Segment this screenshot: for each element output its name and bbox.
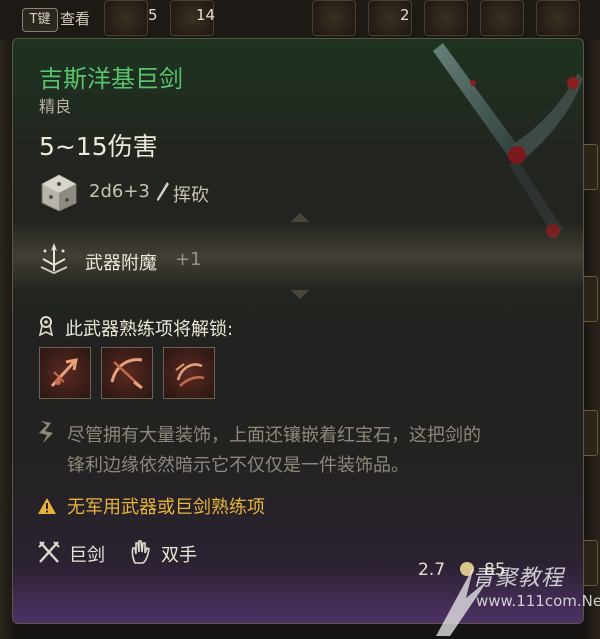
proficiency-badge-icon — [38, 316, 54, 337]
enchantment-value: +1 — [175, 249, 202, 270]
open-hand-icon — [131, 540, 150, 564]
inspect-key-hint: T键 — [22, 8, 58, 32]
enchantment-label: 武器附魔 — [85, 253, 157, 274]
dice-icon — [41, 174, 77, 212]
weapon-action-slot[interactable] — [101, 347, 153, 399]
weapon-action-slot[interactable] — [39, 347, 91, 399]
inventory-slot[interactable] — [104, 0, 148, 36]
inventory-count: 2 — [400, 6, 410, 24]
potion-slot[interactable] — [480, 0, 524, 36]
inventory-count: 14 — [196, 6, 216, 24]
inventory-count: 5 — [148, 6, 158, 24]
damage-type: 挥砍 — [173, 185, 209, 206]
inspect-label: 查看 — [60, 10, 91, 28]
band-divider-notch — [291, 213, 309, 222]
damage-dice: 2d6+3 — [89, 181, 150, 202]
weapon-enchantment-icon — [40, 243, 68, 275]
watermark-url: www.111com.Net — [476, 592, 600, 610]
item-rarity: 精良 — [39, 97, 72, 116]
greatsword-artwork — [433, 43, 583, 238]
lore-quill-icon — [39, 421, 53, 443]
damage-range: 5~15伤害 — [39, 132, 158, 161]
lacerate-icon — [175, 363, 205, 387]
item-tooltip: 吉斯洋基巨剑 精良 5~15伤害 2d6+3 挥砍 武器附魔 +1 此武器熟练项… — [12, 38, 584, 624]
description-line: 尽管拥有大量装饰，上面还镶嵌着红宝石，这把剑的 — [67, 425, 481, 446]
warning-icon — [38, 498, 56, 514]
item-name: 吉斯洋基巨剑 — [39, 65, 183, 93]
description-line: 锋利边缘依然暗示它不仅仅是一件装饰品。 — [67, 455, 409, 476]
ring-slot[interactable] — [312, 0, 356, 36]
cleave-icon — [110, 358, 143, 390]
inventory-slot[interactable] — [536, 0, 580, 36]
crossed-swords-icon — [38, 541, 60, 563]
slashing-icon — [157, 182, 169, 201]
piercing-strike-icon — [50, 358, 78, 388]
proficiency-warning: 无军用武器或巨剑熟练项 — [67, 497, 265, 518]
proficiency-unlock-label: 此武器熟练项将解锁: — [65, 319, 234, 340]
item-description: 尽管拥有大量装饰，上面还镶嵌着红宝石，这把剑的 锋利边缘依然暗示它不仅仅是一件装… — [67, 421, 567, 481]
weapon-action-slot[interactable] — [163, 347, 215, 399]
watermark-name: 青聚教程 — [472, 566, 565, 591]
band-divider-notch — [291, 290, 309, 299]
amulet-slot[interactable] — [424, 0, 468, 36]
inventory-top-strip: T键 查看 5 14 2 — [0, 0, 600, 40]
